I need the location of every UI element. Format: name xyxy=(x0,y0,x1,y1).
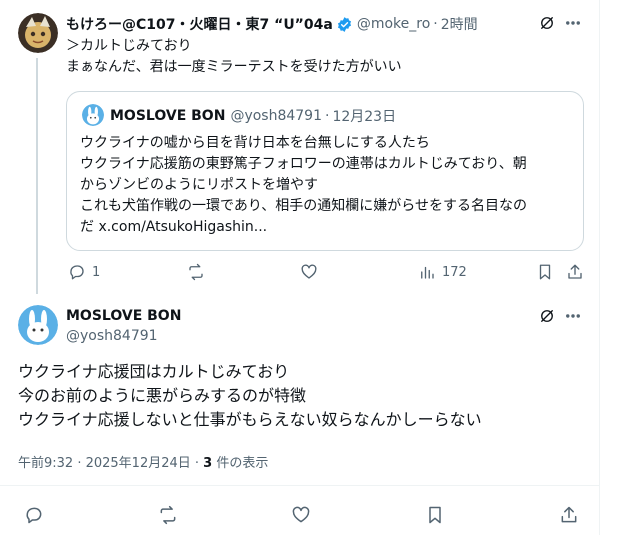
quote-text-line: だ x.com/AtsukoHigashin... xyxy=(80,219,268,235)
reply-time[interactable]: 2時間 xyxy=(441,14,478,34)
quote-date: 12月23日 xyxy=(332,109,397,125)
main-meta: 午前9:32 · 2025年12月24日 · 3 件の表示 xyxy=(18,452,268,471)
quote-text-line: ウクライナ応援筋の東野篤子フォロワーの連帯はカルトじみており、朝 xyxy=(80,156,527,172)
divider xyxy=(0,485,600,486)
main-text: ウクライナ応援団はカルトじみており 今のお前のように悪がらみするのが特徴 ウクラ… xyxy=(18,360,482,432)
dot-separator: · xyxy=(433,16,438,32)
share-icon xyxy=(568,264,582,279)
thread-line xyxy=(36,58,38,294)
main-handle[interactable]: @yosh84791 xyxy=(66,326,181,346)
grok-icon[interactable] xyxy=(538,14,556,36)
main-share-button[interactable] xyxy=(559,505,579,525)
reply-icon xyxy=(70,265,84,280)
bookmark-icon xyxy=(429,506,441,524)
share-icon xyxy=(561,506,577,523)
main-like-button[interactable] xyxy=(291,505,311,525)
grok-icon[interactable] xyxy=(538,307,556,329)
avatar-moslove-small[interactable] xyxy=(82,104,104,126)
reply-handle[interactable]: @moke_ro xyxy=(357,16,430,32)
views-button[interactable]: 172 xyxy=(418,263,467,281)
quote-text-line: からゾンビのようにリポストを増やす xyxy=(80,177,318,193)
like-icon xyxy=(292,506,310,523)
verified-icon xyxy=(336,16,353,33)
main-retweet-button[interactable] xyxy=(158,505,178,525)
main-views-count: 3 xyxy=(203,456,213,471)
main-reply-button[interactable] xyxy=(24,505,44,525)
reply-author-row: もけろー@C107・火曜日・東7 “U”04a @moke_ro · 2時間 xyxy=(66,14,478,34)
views-count: 172 xyxy=(442,264,467,280)
retweet-button[interactable] xyxy=(187,263,205,281)
quote-author-row: MOSLOVE BON @yosh84791 · 12月23日 xyxy=(110,106,396,126)
quote-text-line: ウクライナの嘘から目を背け日本を台無しにする人たち xyxy=(80,135,430,151)
main-text-line: ウクライナ応援団はカルトじみており xyxy=(18,362,290,381)
main-text-line: 今のお前のように悪がらみするのが特徴 xyxy=(18,386,307,405)
retweet-icon xyxy=(189,263,203,281)
dot-separator: · xyxy=(325,108,330,124)
bookmark-icon xyxy=(539,264,551,280)
reply-text-line: ＞カルトじみており xyxy=(66,38,192,54)
reply-count: 1 xyxy=(92,264,101,280)
reply-text-line: まぁなんだ、君は一度ミラーテストを受けた方がいい xyxy=(66,59,402,75)
quote-handle: @yosh84791 xyxy=(230,108,322,124)
main-views-label: 件の表示 xyxy=(212,456,269,471)
reply-icon xyxy=(26,507,42,524)
avatar-moke[interactable] xyxy=(18,13,58,53)
reply-text: ＞カルトじみており まぁなんだ、君は一度ミラーテストを受けた方がいい xyxy=(66,36,402,78)
quote-text: ウクライナの嘘から目を背け日本を台無しにする人たち ウクライナ応援筋の東野篤子フ… xyxy=(80,133,580,238)
quote-author-name: MOSLOVE BON xyxy=(110,108,226,124)
more-icon[interactable] xyxy=(564,14,582,36)
main-author-block: MOSLOVE BON @yosh84791 xyxy=(66,306,181,346)
reply-author-name[interactable]: もけろー@C107・火曜日・東7 “U”04a xyxy=(66,14,333,34)
like-icon xyxy=(301,264,317,279)
main-text-line: ウクライナ応援しないと仕事がもらえない奴らなんかしーらない xyxy=(18,410,482,429)
avatar-moslove[interactable] xyxy=(18,305,58,345)
retweet-icon xyxy=(160,505,176,525)
main-timestamp[interactable]: 午前9:32 · 2025年12月24日 · xyxy=(18,456,203,471)
main-bookmark-button[interactable] xyxy=(425,505,445,525)
quote-text-line: これも犬笛作戦の一環であり、相手の通知欄に嫌がらせをする名目なの xyxy=(80,198,528,214)
views-icon xyxy=(421,266,434,279)
main-author-name[interactable]: MOSLOVE BON xyxy=(66,306,181,326)
bookmark-button[interactable] xyxy=(536,263,554,281)
more-icon[interactable] xyxy=(564,307,582,329)
like-button[interactable] xyxy=(300,263,318,281)
share-button[interactable] xyxy=(566,263,584,281)
reply-button[interactable]: 1 xyxy=(68,263,100,281)
